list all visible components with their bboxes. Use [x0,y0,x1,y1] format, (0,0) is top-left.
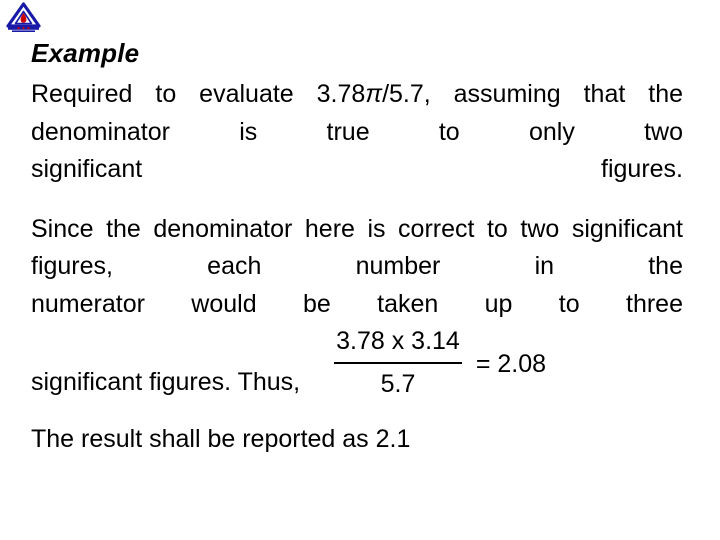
paragraph-spacer-1 [31,189,683,211]
logo-dot-center [22,27,25,30]
slide-canvas: Example Required to evaluate 3.78π/5.7, … [0,0,720,540]
logo-svg [6,2,41,32]
fraction-denominator: 5.7 [380,369,416,398]
triangle-emblem-logo [4,2,44,36]
equation-line: significant figures. Thus, 3.78 x 3.14 5.7… [31,323,683,403]
paragraph-explanation: Since the denominator here is correct to… [31,211,683,324]
equation-lead-text: significant figures. Thus, [31,368,301,397]
paragraph-spacer-2 [31,403,683,421]
page-title: Example [31,38,140,68]
fraction-numerator: 3.78 x 3.14 [334,323,462,364]
explanation-line3: numerator would be taken up to three [31,289,683,318]
logo-dot-left [17,27,20,30]
logo-base-bar-lower [12,30,35,32]
explanation-line1: Since the denominator here is correct to… [31,214,560,243]
problem-line3: significant figures. [31,155,683,183]
paragraph-problem-statement: Required to evaluate 3.78π/5.7, assuming… [31,76,683,189]
fraction: 3.78 x 3.14 5.7 [334,323,462,403]
problem-line1-pre: Required to evaluate 3.78 [31,80,366,108]
equation-result: = 2.08 [475,349,547,378]
logo-dot-right [27,27,30,30]
problem-line1-post: /5.7, assuming [382,80,561,108]
pi-symbol: π [365,80,383,108]
paragraph-conclusion: The result shall be reported as 2.1 [31,425,411,453]
slide-content: Example Required to evaluate 3.78π/5.7, … [31,36,683,459]
